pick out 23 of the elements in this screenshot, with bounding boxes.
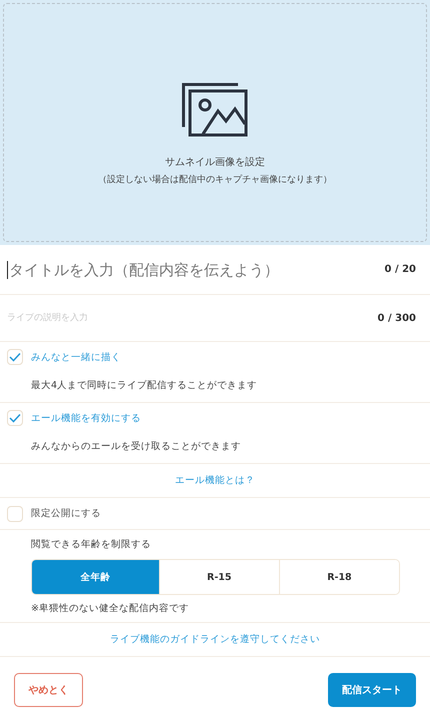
checkbox[interactable] bbox=[7, 410, 23, 426]
age-limit-label: 閲覧できる年齢を制限する bbox=[31, 538, 152, 551]
age-note: ※卑猥性のない健全な配信内容です bbox=[31, 602, 190, 615]
character-counter: 0 / 300 bbox=[378, 312, 416, 324]
option-description: みんなからのエールを受け取ることができます bbox=[30, 440, 242, 453]
character-counter: 0 / 20 bbox=[384, 264, 416, 275]
option-label: エール機能を有効にする bbox=[31, 412, 141, 424]
age-option[interactable]: 全年齢 bbox=[32, 560, 159, 594]
cancel-button[interactable]: やめとく bbox=[14, 673, 83, 707]
image-icon bbox=[182, 83, 248, 137]
start-button[interactable]: 配信スタート bbox=[328, 673, 416, 707]
checkbox[interactable] bbox=[7, 506, 23, 522]
age-option[interactable]: R-18 bbox=[278, 560, 399, 594]
option-label: 限定公開にする bbox=[31, 507, 101, 520]
thumbnail-note: （設定しない場合は配信中のキャプチャ画像になります） bbox=[98, 173, 332, 186]
option-label: みんなと一緒に描く bbox=[31, 350, 121, 364]
title-input-field[interactable]: タイトルを入力（配信内容を伝えよう） bbox=[7, 260, 384, 278]
thumbnail-upload-area[interactable]: サムネイル画像を設定 （設定しない場合は配信中のキャプチャ画像になります） bbox=[3, 3, 427, 242]
help-link[interactable]: エール機能とは？ bbox=[175, 474, 255, 487]
thumbnail-title: サムネイル画像を設定 bbox=[165, 156, 265, 169]
guideline-link[interactable]: ライブ機能のガイドラインを遵守してください bbox=[110, 633, 320, 646]
option-description: 最大4人まで同時にライブ配信することができます bbox=[30, 379, 258, 392]
checkbox[interactable] bbox=[7, 349, 23, 365]
